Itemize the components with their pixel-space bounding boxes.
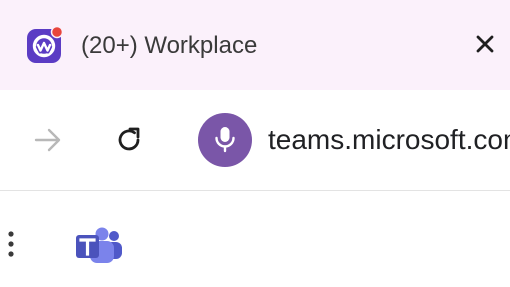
- voice-search-button[interactable]: [198, 113, 252, 167]
- workplace-icon: [27, 25, 64, 63]
- teams-app-shortcut[interactable]: [74, 227, 124, 267]
- microphone-icon: [215, 127, 235, 153]
- more-menu-button[interactable]: [0, 227, 22, 261]
- more-vertical-icon: [8, 231, 14, 257]
- bookmarks-bar: [0, 191, 510, 287]
- tab-strip: (20+) Workplace: [0, 0, 510, 90]
- arrow-right-icon: [34, 128, 61, 152]
- browser-toolbar: teams.microsoft.com: [0, 90, 510, 191]
- microsoft-teams-icon: [76, 227, 122, 263]
- address-bar[interactable]: teams.microsoft.com: [268, 120, 510, 160]
- close-icon: [476, 35, 494, 53]
- reload-icon: [118, 127, 140, 151]
- close-tab-button[interactable]: [470, 29, 500, 59]
- tab-title[interactable]: (20+) Workplace: [81, 31, 257, 61]
- reload-button[interactable]: [110, 121, 148, 159]
- url-text[interactable]: teams.microsoft.com: [268, 120, 510, 160]
- forward-button[interactable]: [29, 121, 67, 159]
